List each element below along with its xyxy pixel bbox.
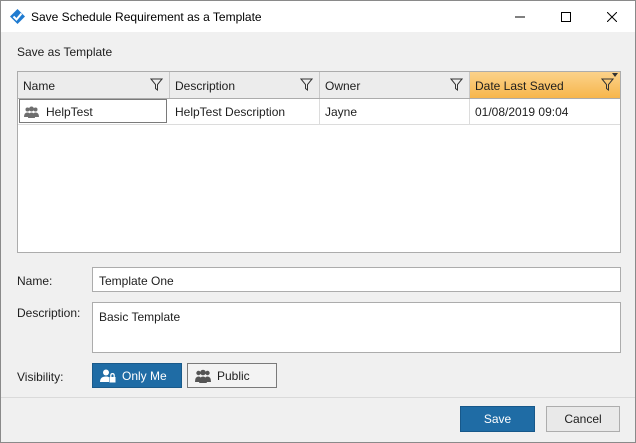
filter-icon[interactable]: [450, 78, 463, 91]
filter-icon[interactable]: [150, 78, 163, 91]
cell-description[interactable]: HelpTest Description: [170, 99, 320, 124]
close-icon: [607, 11, 617, 22]
filter-icon[interactable]: [601, 78, 614, 91]
column-header-name[interactable]: Name: [18, 72, 170, 98]
description-label: Description:: [17, 306, 81, 320]
users-icon: [195, 369, 211, 383]
name-input-value: Template One: [99, 274, 174, 288]
app-logo-icon: [10, 9, 25, 24]
save-button[interactable]: Save: [460, 406, 535, 432]
maximize-button[interactable]: [543, 1, 589, 32]
column-header-description[interactable]: Description: [170, 72, 320, 98]
section-label: Save as Template: [17, 45, 113, 59]
close-button[interactable]: [589, 1, 635, 32]
user-lock-icon: [100, 369, 116, 383]
grid-header: Name Description Owner Date Last Saved: [18, 72, 620, 99]
filter-icon[interactable]: [300, 78, 313, 91]
column-header-label: Owner: [325, 79, 361, 93]
title-bar: Save Schedule Requirement as a Template: [1, 1, 635, 32]
window-title: Save Schedule Requirement as a Template: [31, 10, 262, 24]
templates-grid[interactable]: Name Description Owner Date Last Saved H…: [17, 71, 621, 253]
visibility-only-me-label: Only Me: [122, 369, 167, 383]
cell-text: HelpTest: [46, 105, 93, 119]
visibility-public-button[interactable]: Public: [187, 363, 277, 388]
cell-text: HelpTest Description: [175, 105, 286, 119]
description-textarea[interactable]: Basic Template: [92, 302, 621, 353]
visibility-label: Visibility:: [17, 370, 64, 384]
cell-text: Jayne: [325, 105, 358, 119]
maximize-icon: [561, 11, 571, 22]
description-textarea-value: Basic Template: [99, 310, 181, 324]
cell-name[interactable]: HelpTest: [19, 99, 167, 123]
users-icon: [24, 106, 39, 118]
column-header-owner[interactable]: Owner: [320, 72, 470, 98]
column-header-label: Date Last Saved: [475, 79, 564, 93]
name-label: Name:: [17, 274, 53, 288]
table-row[interactable]: HelpTest HelpTest Description Jayne 01/0…: [18, 99, 620, 125]
column-header-label: Name: [23, 79, 56, 93]
minimize-icon: [515, 16, 525, 17]
visibility-public-label: Public: [217, 369, 250, 383]
cell-text: 01/08/2019 09:04: [475, 105, 569, 119]
column-header-date-last-saved[interactable]: Date Last Saved: [470, 72, 620, 98]
minimize-button[interactable]: [497, 1, 543, 32]
column-header-label: Description: [175, 79, 236, 93]
visibility-only-me-button[interactable]: Only Me: [92, 363, 182, 388]
dialog-footer: Save Cancel: [1, 398, 635, 442]
dialog-window: Save Schedule Requirement as a Template …: [0, 0, 636, 443]
cell-date-last-saved[interactable]: 01/08/2019 09:04: [470, 99, 620, 124]
cell-owner[interactable]: Jayne: [320, 99, 470, 124]
sort-indicator-icon: [612, 73, 618, 77]
name-input[interactable]: Template One: [92, 267, 621, 292]
cancel-button[interactable]: Cancel: [546, 406, 620, 432]
